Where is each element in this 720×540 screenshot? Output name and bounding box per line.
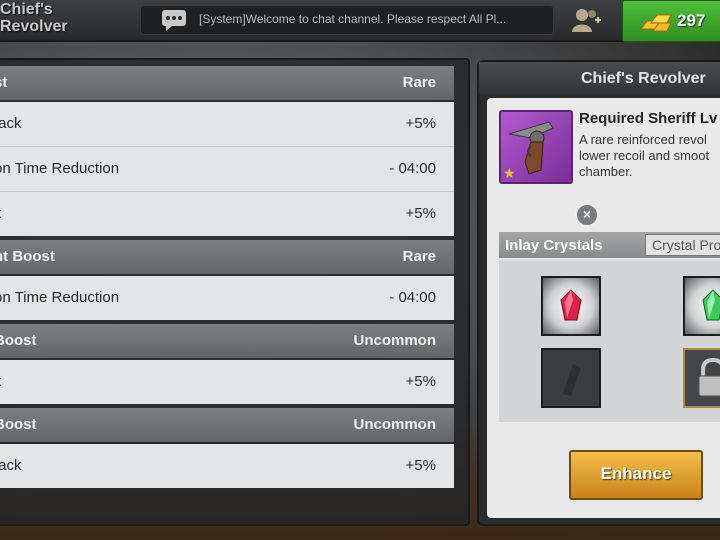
- item-detail-body: ★ Required Sheriff Lv A rare reinforced …: [487, 98, 720, 518]
- top-bar: Chief's Revolver [System]Welcome to chat…: [0, 0, 720, 42]
- boost-group-header: st Rare: [0, 66, 454, 100]
- boost-group-rarity: Rare: [402, 74, 436, 91]
- panel-title: Chief's Revolver: [479, 62, 720, 94]
- attribute-value: - 04:00: [389, 160, 436, 177]
- desc-line-1: A rare reinforced revol: [579, 132, 707, 147]
- attribute-name: tack: [0, 115, 22, 132]
- required-level-label: Required Sheriff Lv: [579, 110, 718, 127]
- remove-crystal-icon[interactable]: ×: [575, 203, 599, 227]
- crystal-slot-green[interactable]: [683, 276, 720, 336]
- item-title-line1: Chief's: [0, 1, 53, 18]
- attribute-value: +5%: [405, 457, 436, 474]
- boost-list-panel: st Rare tack +5% on Time Reduction - 04:…: [0, 58, 470, 526]
- boost-group-rarity: Uncommon: [353, 332, 437, 349]
- boost-group-header: Boost Uncommon: [0, 408, 454, 442]
- attribute-name: on Time Reduction: [0, 289, 120, 306]
- attribute-row: on Time Reduction - 04:00: [0, 147, 454, 192]
- attribute-value: +5%: [405, 205, 436, 222]
- chat-icon: [162, 10, 186, 31]
- friends-icon[interactable]: [570, 7, 602, 33]
- red-crystal-icon: [560, 289, 582, 321]
- boost-attribute-list: tack +5% on Time Reduction - 04:00 k +5%: [0, 102, 454, 236]
- item-detail-panel: Chief's Revolver ★ Required Sheriff Lv A…: [477, 60, 720, 526]
- chat-message: [System]Welcome to chat channel. Please …: [199, 12, 507, 26]
- crystal-pro-tab[interactable]: Crystal Pro: [645, 234, 720, 256]
- chat-bar[interactable]: [System]Welcome to chat channel. Please …: [140, 5, 554, 35]
- gold-bars-icon: [640, 14, 672, 32]
- attribute-row: on Time Reduction - 04:00: [0, 276, 454, 320]
- inlay-crystals-header: Inlay Crystals Crystal Pro: [499, 232, 720, 258]
- boost-group-rarity: Rare: [402, 248, 436, 265]
- attribute-value: - 04:00: [389, 289, 436, 306]
- inlay-crystals-label: Inlay Crystals: [505, 237, 603, 254]
- desc-line-3: chamber.: [579, 164, 633, 179]
- boost-group-name: nt Boost: [0, 248, 55, 265]
- attribute-row: tack +5%: [0, 444, 454, 488]
- attribute-row: k +5%: [0, 360, 454, 404]
- star-icon: ★: [503, 165, 516, 181]
- crystal-slot-locked[interactable]: [683, 348, 720, 408]
- gold-amount: 297: [677, 11, 706, 30]
- crystal-slot-placeholder-icon: [563, 364, 581, 396]
- boost-attribute-list: on Time Reduction - 04:00: [0, 276, 454, 320]
- item-title-line2: Revolver: [0, 18, 68, 35]
- crystal-slot-empty[interactable]: [541, 348, 601, 408]
- boost-group-header: nt Boost Rare: [0, 240, 454, 274]
- attribute-name: on Time Reduction: [0, 160, 120, 177]
- panel-title-text: Chief's Revolver: [581, 70, 706, 87]
- attribute-name: k: [0, 205, 2, 222]
- attribute-value: +5%: [405, 373, 436, 390]
- crystal-slot-red[interactable]: [541, 276, 601, 336]
- boost-group-header: Boost Uncommon: [0, 324, 454, 358]
- attribute-name: tack: [0, 457, 22, 474]
- lock-icon: [698, 357, 720, 397]
- boost-group-rarity: Uncommon: [353, 416, 437, 433]
- crystal-slots: [499, 260, 720, 422]
- gold-currency-button[interactable]: 297: [622, 0, 720, 42]
- attribute-row: tack +5%: [0, 102, 454, 147]
- revolver-icon[interactable]: ★: [499, 110, 573, 184]
- boost-attribute-list: tack +5%: [0, 444, 454, 488]
- item-description: A rare reinforced revol lower recoil and…: [579, 132, 720, 180]
- enhance-button[interactable]: Enhance: [569, 450, 703, 500]
- boost-group-name: Boost: [0, 332, 37, 349]
- boost-group-name: st: [0, 74, 8, 91]
- crystal-pro-label: Crystal Pro: [652, 237, 720, 253]
- attribute-value: +5%: [405, 115, 436, 132]
- item-title: Chief's Revolver: [0, 1, 84, 35]
- desc-line-2: lower recoil and smoot: [579, 148, 710, 163]
- boost-attribute-list: k +5%: [0, 360, 454, 404]
- attribute-row: k +5%: [0, 192, 454, 236]
- boost-group-name: Boost: [0, 416, 37, 433]
- attribute-name: k: [0, 373, 2, 390]
- green-crystal-icon: [702, 289, 720, 321]
